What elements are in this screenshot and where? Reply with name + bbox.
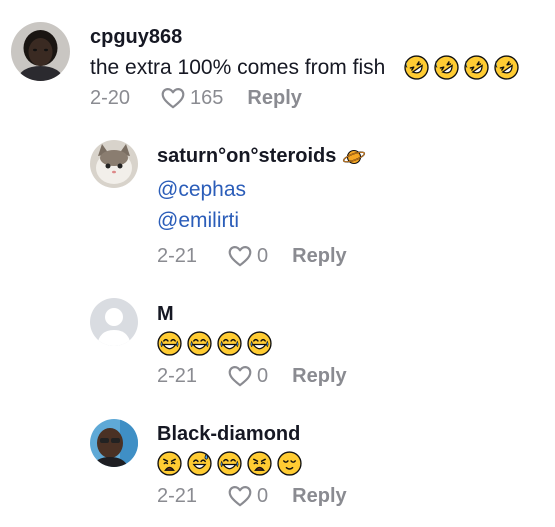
avatar[interactable]: [90, 140, 138, 188]
reply-button[interactable]: Reply: [247, 87, 301, 110]
mention-link[interactable]: @emilirti: [157, 209, 239, 233]
comment-emojis: [404, 55, 524, 80]
like-count: 165: [190, 86, 224, 109]
joy-emoji-icon: [187, 331, 212, 356]
like-count: 0: [257, 484, 269, 507]
avatar[interactable]: [90, 419, 138, 467]
comment-username[interactable]: Black-diamond: [157, 423, 300, 446]
rofl-emoji-icon: [404, 55, 429, 80]
reply-button[interactable]: Reply: [292, 485, 346, 508]
avatar[interactable]: [90, 298, 138, 346]
joy-emoji-icon: [247, 331, 272, 356]
heart-icon: [227, 363, 253, 389]
comment-meta: 2-21 0 Reply: [157, 483, 347, 509]
relieved-emoji-icon: [277, 451, 302, 476]
like-button[interactable]: 0: [227, 243, 268, 269]
like-button[interactable]: 0: [227, 483, 268, 509]
weary-emoji-icon: [247, 451, 272, 476]
comment-meta: 2-21 0 Reply: [157, 363, 347, 389]
ringed-planet-icon: [343, 149, 366, 164]
rofl-emoji-icon: [464, 55, 489, 80]
weary-emoji-icon: [157, 451, 182, 476]
comment-meta: 2-21 0 Reply: [157, 243, 347, 269]
joy-emoji-icon: [217, 451, 242, 476]
heart-icon: [160, 85, 186, 111]
avatar[interactable]: [11, 22, 70, 81]
reply-button[interactable]: Reply: [292, 365, 346, 388]
sweat-smile-emoji-icon: [187, 451, 212, 476]
comment-date: 2-21: [157, 364, 198, 387]
like-count: 0: [257, 244, 269, 267]
like-button[interactable]: 165: [160, 85, 223, 111]
heart-icon: [227, 483, 253, 509]
comment-emojis: [157, 451, 307, 476]
joy-emoji-icon: [217, 331, 242, 356]
mention-link[interactable]: @cephas: [157, 178, 246, 202]
heart-icon: [227, 243, 253, 269]
like-count: 0: [257, 364, 269, 387]
comment-date: 2-21: [157, 484, 198, 507]
rofl-emoji-icon: [434, 55, 459, 80]
like-button[interactable]: 0: [227, 363, 268, 389]
comment-username[interactable]: cpguy868: [90, 26, 182, 49]
comment-text: the extra 100% comes from fish: [90, 56, 386, 79]
comment-meta: 2-20 165 Reply: [90, 85, 302, 111]
rofl-emoji-icon: [494, 55, 519, 80]
comment-date: 2-21: [157, 244, 198, 267]
username-text: saturn°on°steroids: [157, 145, 337, 167]
comment-date: 2-20: [90, 86, 131, 109]
comment-username[interactable]: M: [157, 303, 174, 326]
comment-username[interactable]: saturn°on°steroids: [157, 145, 366, 168]
comment-emojis: [157, 331, 277, 356]
joy-emoji-icon: [157, 331, 182, 356]
reply-button[interactable]: Reply: [292, 245, 346, 268]
